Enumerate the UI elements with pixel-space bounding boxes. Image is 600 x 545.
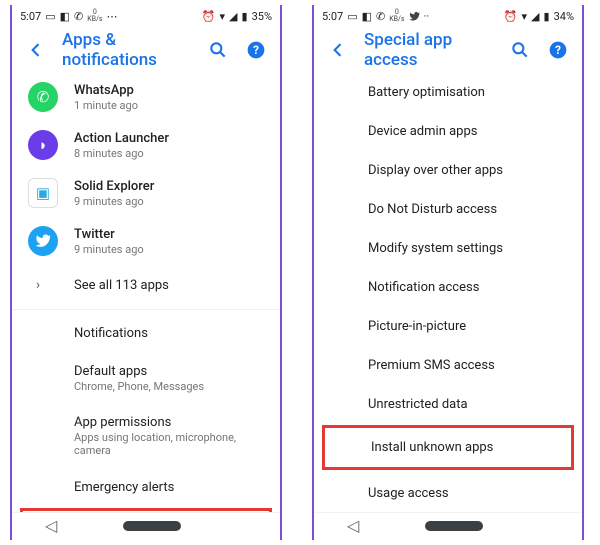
solid-explorer-icon: ▣ [28,178,58,208]
app-subtitle: 9 minutes ago [74,195,264,208]
notif-icon: ▭ [347,10,357,23]
nav-bar: ◁ [12,512,280,540]
more-icon: ·· [424,10,430,23]
battery-text: 34% [554,10,574,23]
app-bar: Apps & notifications ? [12,27,280,73]
app-name: Twitter [74,227,264,242]
setting-title: Default apps [74,364,264,379]
item-install-unknown-apps[interactable]: Install unknown apps [325,428,571,467]
app-name: Action Launcher [74,131,264,146]
battery-icon: ▮ [544,10,550,23]
twitter-icon [28,226,58,256]
item-do-not-disturb-access[interactable]: Do Not Disturb access [314,190,582,229]
app-name: Solid Explorer [74,179,264,194]
clock-text: 5:07 [322,10,343,23]
item-usage-access[interactable]: Usage access [314,474,582,512]
setting-subtitle: Apps using location, microphone, camera [74,431,264,457]
setting-emergency-alerts[interactable]: Emergency alerts [12,468,280,507]
signal-icon: ◢ [229,10,237,23]
app-row-solid-explorer[interactable]: ▣ Solid Explorer 9 minutes ago [12,169,280,217]
search-button[interactable] [206,38,230,62]
clock-text: 5:07 [20,10,41,23]
twitter-status-icon [409,11,420,22]
app-subtitle: 9 minutes ago [74,243,264,256]
nav-bar: ◁ [314,512,582,540]
wifi-icon: ▾ [522,10,528,23]
phone-left: 5:07 ▭ ◧ ✆ 0KB/s ⋯ ⏰ ▾ ◢ ▮ 35% Apps & no… [10,5,282,540]
item-display-over-other-apps[interactable]: Display over other apps [314,151,582,190]
item-modify-system-settings[interactable]: Modify system settings [314,229,582,268]
app-name: WhatsApp [74,83,264,98]
help-button[interactable]: ? [546,38,570,62]
app-row-action-launcher[interactable]: ◗ Action Launcher 8 minutes ago [12,121,280,169]
help-button[interactable]: ? [244,38,268,62]
nav-back-icon[interactable]: ◁ [45,516,57,535]
whatsapp-icon: ✆ [28,82,58,112]
content-scroll[interactable]: Battery optimisation Device admin apps D… [314,73,582,512]
svg-text:?: ? [253,43,259,57]
setting-title: Emergency alerts [74,480,264,495]
alarm-icon: ⏰ [504,10,518,23]
svg-text:?: ? [555,43,561,57]
battery-text: 35% [252,10,272,23]
chevron-right-icon: › [28,277,48,293]
item-unrestricted-data[interactable]: Unrestricted data [314,385,582,424]
status-bar: 5:07 ▭ ◧ ✆ 0KB/s ⋯ ⏰ ▾ ◢ ▮ 35% [12,5,280,27]
setting-title: Notifications [74,326,264,341]
setting-app-permissions[interactable]: App permissions Apps using location, mic… [12,404,280,468]
divider [12,309,280,310]
whatsapp-status-icon: ✆ [376,10,385,23]
back-button[interactable] [24,38,48,62]
app-bar: Special app access ? [314,27,582,73]
search-button[interactable] [508,38,532,62]
notif-icon: ◧ [60,10,70,23]
notif-icon: ▭ [45,10,55,23]
battery-icon: ▮ [242,10,248,23]
status-bar: 5:07 ▭ ◧ ✆ 0KB/s ·· ⏰ ▾ ◢ ▮ 34% [314,5,582,27]
item-premium-sms-access[interactable]: Premium SMS access [314,346,582,385]
signal-icon: ◢ [531,10,539,23]
setting-subtitle: Chrome, Phone, Messages [74,380,264,393]
phone-right: 5:07 ▭ ◧ ✆ 0KB/s ·· ⏰ ▾ ◢ ▮ 34% Special … [312,5,584,540]
item-battery-optimisation[interactable]: Battery optimisation [314,73,582,112]
content-scroll[interactable]: ✆ WhatsApp 1 minute ago ◗ Action Launche… [12,73,280,512]
item-picture-in-picture[interactable]: Picture-in-picture [314,307,582,346]
see-all-apps[interactable]: › See all 113 apps [12,265,280,305]
setting-default-apps[interactable]: Default apps Chrome, Phone, Messages [12,353,280,404]
item-device-admin-apps[interactable]: Device admin apps [314,112,582,151]
app-row-whatsapp[interactable]: ✆ WhatsApp 1 minute ago [12,73,280,121]
see-all-label: See all 113 apps [74,278,169,293]
app-subtitle: 8 minutes ago [74,147,264,160]
network-speed: 0KB/s [87,9,102,23]
notif-icon: ◧ [362,10,372,23]
app-subtitle: 1 minute ago [74,99,264,112]
nav-home-pill[interactable] [425,521,483,531]
highlight-install-unknown-apps: Install unknown apps [322,425,574,470]
item-notification-access[interactable]: Notification access [314,268,582,307]
setting-title: App permissions [74,415,264,430]
alarm-icon: ⏰ [202,10,216,23]
action-launcher-icon: ◗ [28,130,58,160]
back-button[interactable] [326,38,350,62]
more-icon: ⋯ [107,10,118,23]
whatsapp-status-icon: ✆ [74,10,83,23]
setting-notifications[interactable]: Notifications [12,314,280,353]
app-row-twitter[interactable]: Twitter 9 minutes ago [12,217,280,265]
page-title: Special app access [364,30,494,70]
nav-back-icon[interactable]: ◁ [347,516,359,535]
network-speed: 0KB/s [389,9,404,23]
wifi-icon: ▾ [220,10,226,23]
page-title: Apps & notifications [62,30,192,70]
nav-home-pill[interactable] [123,521,181,531]
